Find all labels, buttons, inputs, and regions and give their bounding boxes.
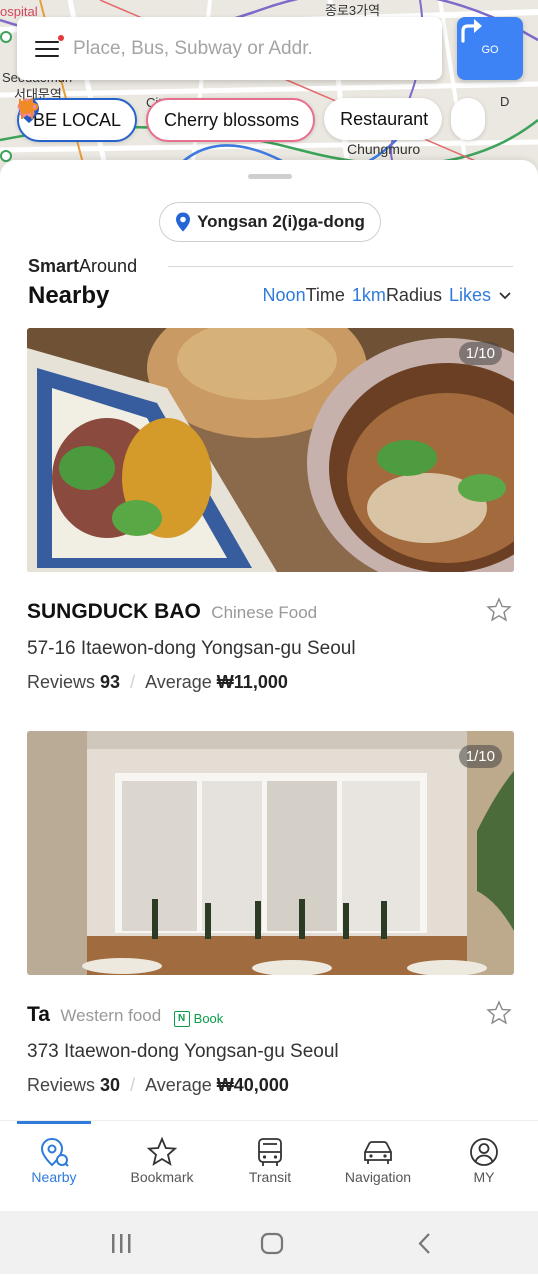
smart-around-logo: SmartAround [28,256,138,276]
go-button[interactable]: GO [457,17,523,80]
location-selector[interactable]: Yongsan 2(i)ga-dong [159,202,381,242]
map-label: Chungmuro [347,141,421,157]
location-pin-icon [176,212,191,232]
menu-icon[interactable] [35,34,64,59]
separator: / [130,1075,136,1095]
average-label: Average [145,1075,212,1095]
place-category: Chinese Food [211,603,318,622]
tab-label: Transit [248,1169,292,1185]
separator: / [130,672,136,692]
place-address: 373 Itaewon-dong Yongsan-gu Seoul [27,1041,339,1062]
filter-radius-value: 1km [351,285,386,305]
tab-bookmark[interactable]: Bookmark [108,1135,216,1185]
location-label: Yongsan 2(i)ga-dong [197,212,365,231]
bookmark-star-icon[interactable] [486,1000,512,1026]
recent-apps-icon[interactable] [112,1234,131,1253]
tab-label: Nearby [31,1169,77,1185]
bus-icon [258,1138,282,1166]
nearby-pin-icon [40,1137,69,1167]
divider [168,266,513,267]
chip-label: Restaurant [340,108,429,129]
chip-label: Cherry blossoms [164,109,300,130]
tab-label: Bookmark [130,1169,194,1185]
sheet-drag-handle[interactable] [248,174,292,179]
filter-time-value: Noon [262,285,306,305]
search-bar[interactable] [17,17,442,80]
chip-cherry-blossoms[interactable]: Cherry blossoms [17,98,316,142]
tab-transit[interactable]: Transit [216,1135,324,1185]
search-input[interactable] [71,36,415,61]
chip-restaurant[interactable]: Restaurant [19,98,443,140]
map-label: D [500,94,510,109]
user-icon [470,1138,498,1166]
notification-dot [58,34,64,41]
chevron-down-icon [499,291,511,299]
restaurant-photo [27,731,514,975]
reviews-label: Reviews [27,672,96,692]
place-photo[interactable]: 1/10 [27,731,514,975]
tab-my[interactable]: MY [430,1135,538,1185]
tab-navigation[interactable]: Navigation [324,1135,432,1185]
place-name[interactable]: Ta [27,1003,50,1026]
naver-n-icon: N [173,1010,190,1027]
reviews-count: 93 [100,672,121,692]
tab-nearby[interactable]: Nearby [0,1135,108,1185]
photo-counter: 1/10 [458,745,502,768]
average-label: Average [145,672,212,692]
photo-counter: 1/10 [458,342,502,365]
place-address: 57-16 Itaewon-dong Yongsan-gu Seoul [27,638,356,659]
filter-selector[interactable]: Noon Time 1km Radius Likes [263,285,512,306]
place-name[interactable]: SUNGDUCK BAO [27,600,201,623]
place-meta: Reviews 30 / Average ₩40,000 [27,1075,514,1096]
car-icon [364,1141,392,1164]
go-label: GO [481,43,499,56]
filter-time-label: Time [305,285,345,305]
place-category: Western food [60,1006,162,1025]
system-navigation-bar [0,1211,538,1274]
home-icon[interactable] [260,1232,284,1255]
tab-label: MY [473,1169,495,1185]
reviews-label: Reviews [27,1075,96,1095]
chip-label: BE LOCAL [33,109,122,130]
place-photo[interactable]: 1/10 [27,328,514,572]
food-photo [27,328,514,572]
book-badge[interactable]: N Book [173,1010,224,1027]
category-chips: N BE LOCAL Cherry blossoms [17,98,486,142]
section-title: Nearby [28,282,110,309]
reviews-count: 30 [100,1075,121,1095]
place-card[interactable]: 1/10 Ta Western food N Book 373 Itaewon-… [27,731,514,1096]
chip-cafe[interactable] [19,98,486,140]
bottom-tab-bar: Nearby Bookmark Transit Navigation MY [0,1120,538,1212]
star-icon [146,1136,178,1166]
book-label: Book [193,1011,224,1026]
directions-arrow-icon [461,19,482,43]
average-price: ₩40,000 [216,1075,289,1095]
place-meta: Reviews 93 / Average ₩11,000 [27,672,514,693]
filter-radius-label: Radius [385,285,442,305]
active-tab-indicator [17,1121,91,1124]
place-card[interactable]: 1/10 SUNGDUCK BAO Chinese Food 57-16 Ita… [27,328,514,693]
back-icon[interactable] [418,1233,430,1254]
tab-label: Navigation [344,1169,412,1185]
bookmark-star-icon[interactable] [486,597,512,623]
filter-sort-value: Likes [448,285,491,305]
average-price: ₩11,000 [216,672,288,692]
